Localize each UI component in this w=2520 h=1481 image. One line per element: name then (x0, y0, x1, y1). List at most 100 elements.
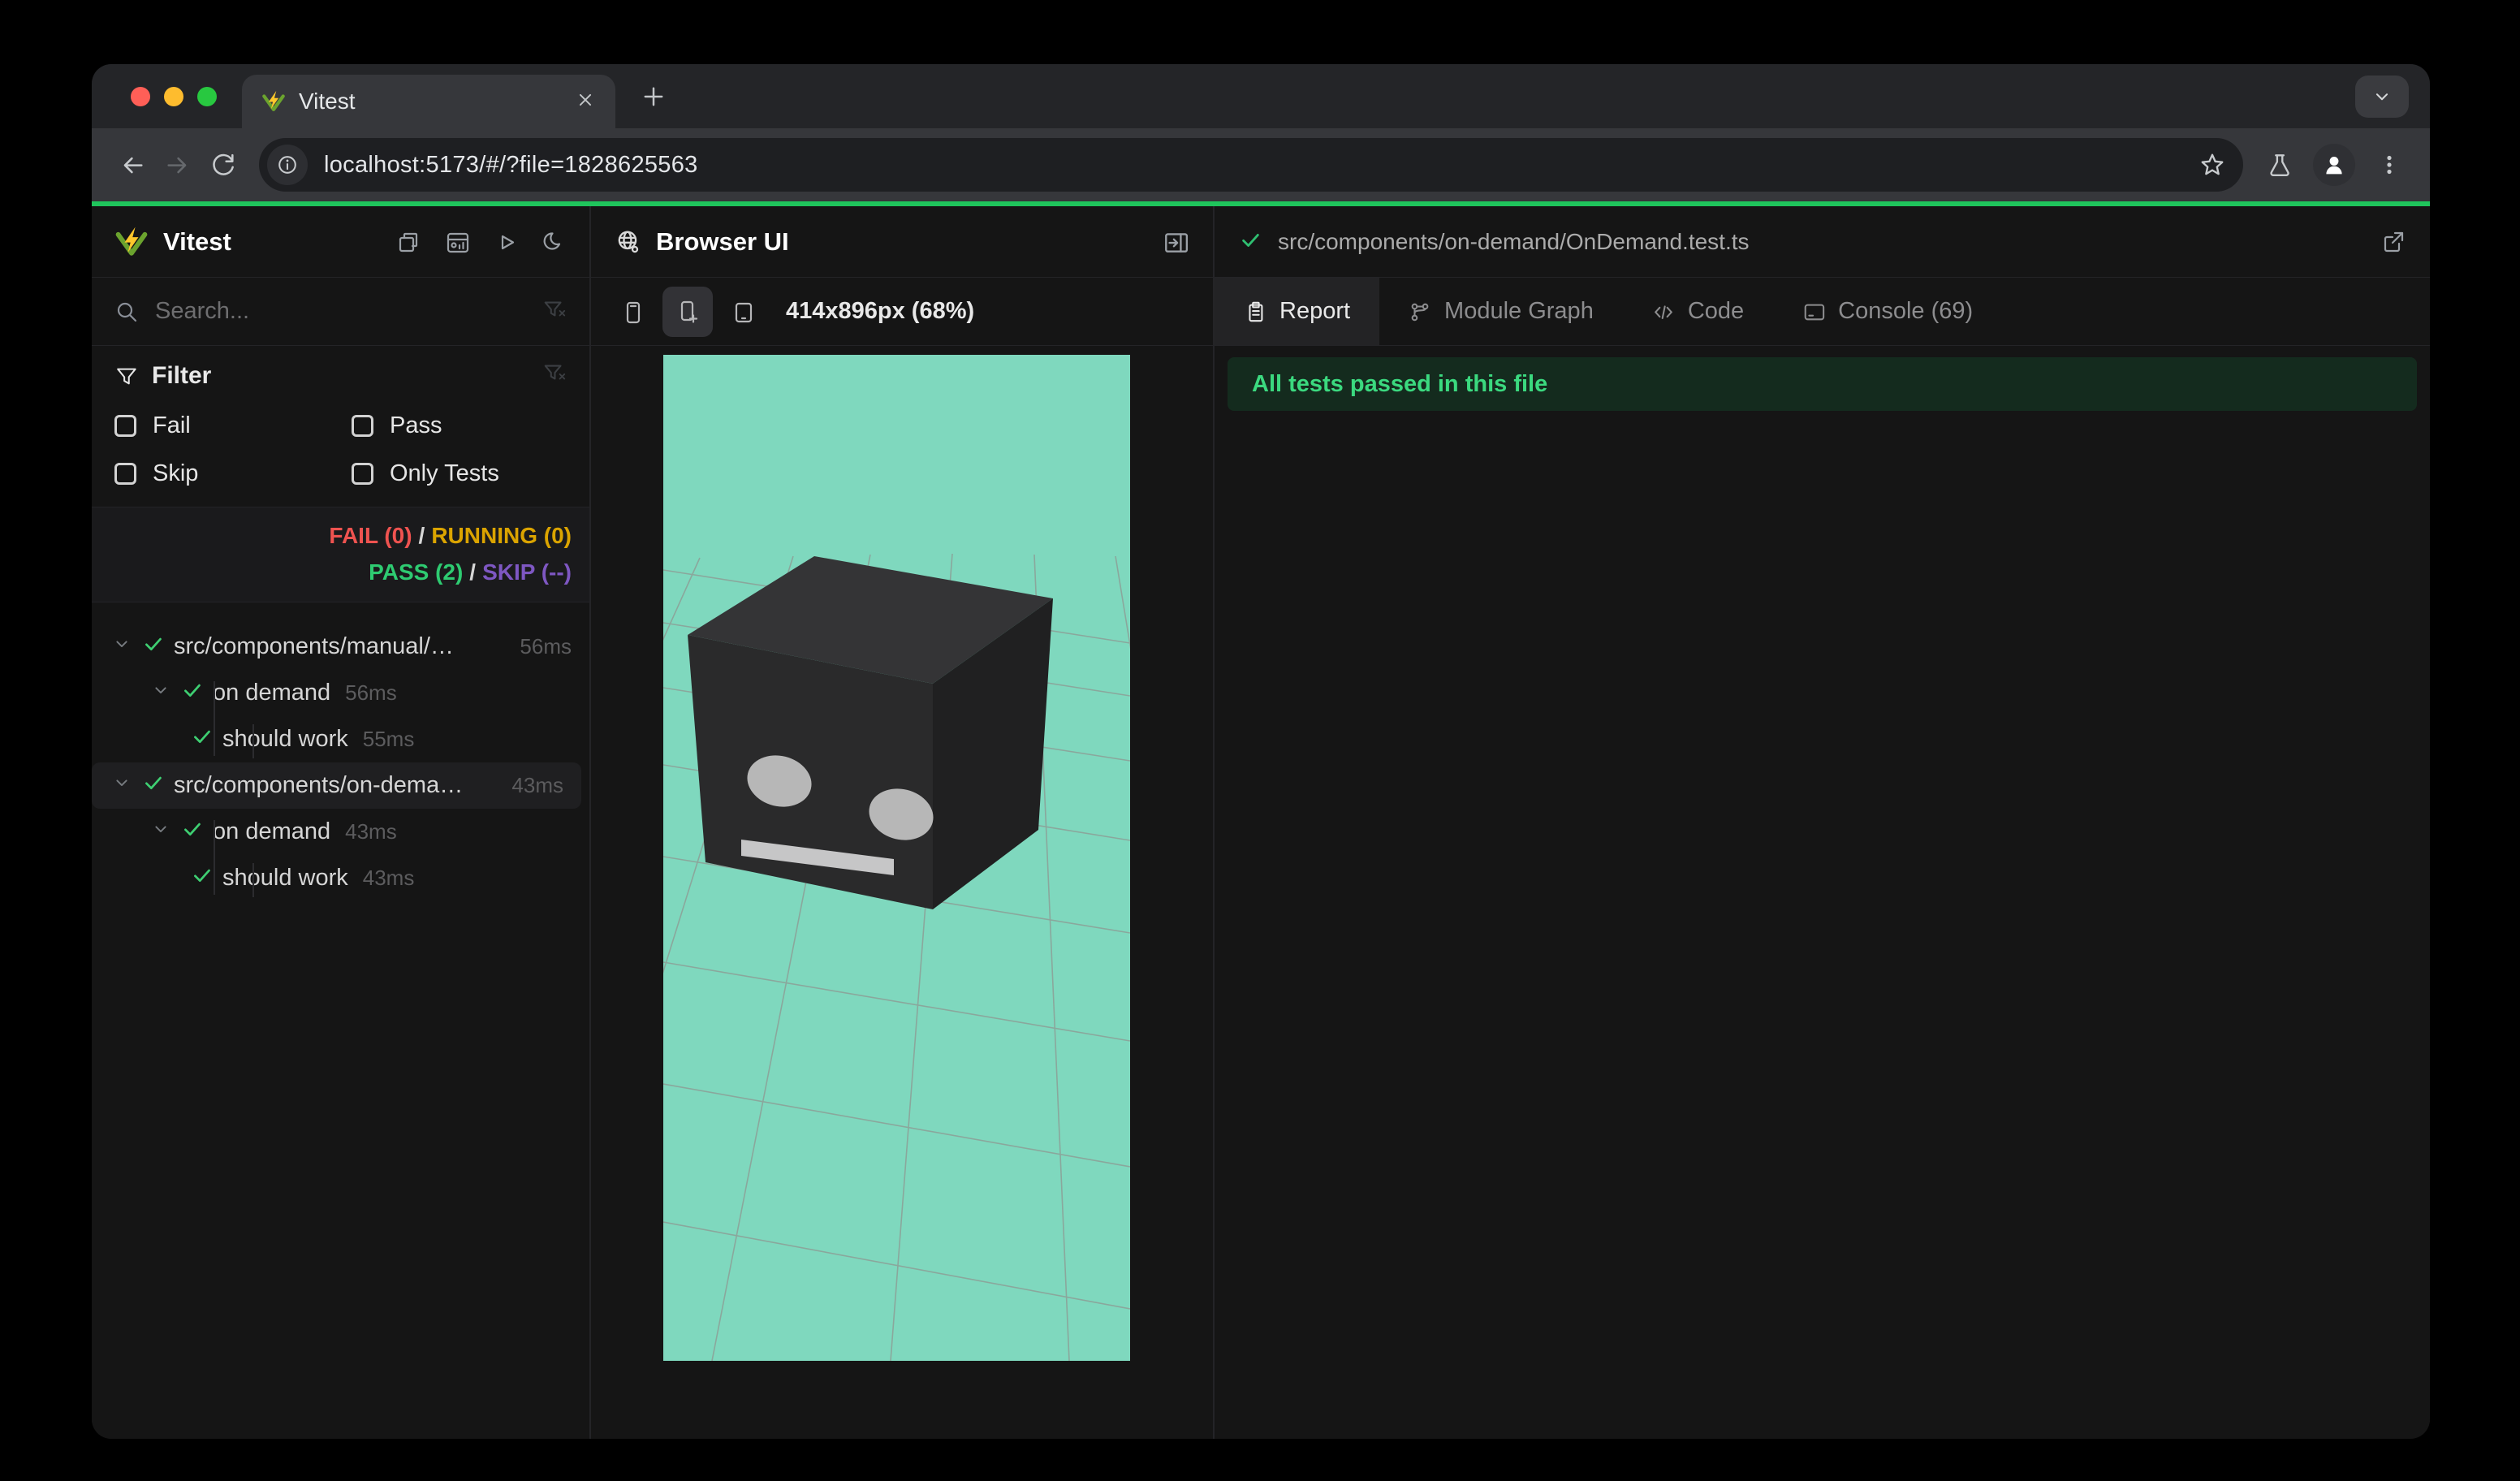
pass-check-icon (181, 818, 203, 846)
fail-count: FAIL (0) (329, 523, 412, 548)
back-button[interactable] (110, 142, 155, 188)
test-file-row[interactable]: src/components/manual/… 56ms (92, 624, 589, 670)
maximize-window-button[interactable] (197, 87, 217, 106)
search-icon (117, 302, 137, 322)
device-phone-icon[interactable] (607, 287, 658, 337)
test-summary: FAIL (0) / RUNNING (0) PASS (2) / SKIP (--) (92, 507, 589, 602)
robot-cube (688, 556, 1053, 909)
summary-line-2: PASS (2) / SKIP (--) (369, 559, 572, 585)
all-tests-passed-banner: All tests passed in this file (1228, 357, 2417, 411)
test-file-row-selected[interactable]: src/components/on-dema… 43ms (92, 762, 581, 809)
browser-preview-canvas[interactable] (663, 355, 1130, 1361)
profile-avatar[interactable] (2313, 144, 2355, 186)
sidebar-header: Vitest (92, 206, 589, 278)
pass-count: PASS (2) (369, 559, 464, 585)
checkbox[interactable] (352, 463, 373, 485)
test-case-row[interactable]: should work 55ms (92, 716, 589, 762)
pass-check-icon (191, 725, 213, 753)
tab-search-button[interactable] (2355, 76, 2409, 118)
console-icon (1804, 304, 1825, 320)
browser-tab[interactable]: Vitest (242, 75, 615, 128)
test-suite-row[interactable]: on demand 56ms (92, 670, 589, 716)
filter-checkbox-fail[interactable]: Fail (114, 412, 352, 439)
banner-text: All tests passed in this file (1252, 370, 1548, 397)
pass-check-icon (142, 633, 164, 661)
minimize-window-button[interactable] (164, 87, 183, 106)
filter-section: Filter Fail Pass Skip Only Tests (92, 346, 589, 507)
vitest-favicon-icon (262, 90, 285, 111)
tree-indent-guide (214, 681, 215, 756)
file-header: src/components/on-demand/OnDemand.test.t… (1215, 206, 2430, 278)
traffic-lights (131, 87, 217, 106)
tab-console[interactable]: Console (69) (1773, 278, 2002, 345)
browser-ui-panel: Browser UI 414x896px (68%) (591, 206, 1215, 1439)
report-tabs: Report Module Graph Code Console (69) (1215, 278, 2430, 346)
pass-check-icon (181, 679, 203, 707)
search-input[interactable] (155, 298, 526, 325)
browser-window: Vitest localhost:5173/#/?file=1828625563 (92, 64, 2430, 1439)
skip-count: SKIP (--) (482, 559, 572, 585)
browser-menu-icon[interactable] (2367, 142, 2412, 188)
collapse-panels-icon[interactable] (396, 230, 421, 254)
module-graph-icon (1411, 303, 1429, 321)
test-duration: 56ms (345, 680, 397, 705)
filter-checkbox-pass[interactable]: Pass (352, 412, 567, 439)
tab-module-graph[interactable]: Module Graph (1379, 278, 1623, 345)
url-text[interactable]: localhost:5173/#/?file=1828625563 (324, 152, 2190, 179)
device-phone-plus-icon[interactable] (662, 286, 713, 337)
run-all-tests-icon[interactable] (494, 230, 518, 254)
test-suite-row[interactable]: on demand 43ms (92, 809, 589, 855)
summary-line-1: FAIL (0) / RUNNING (0) (329, 523, 572, 548)
tree-indent-guide (214, 820, 215, 895)
close-window-button[interactable] (131, 87, 150, 106)
filter-funnel-icon (117, 368, 136, 385)
filter-checkbox-only-tests[interactable]: Only Tests (352, 460, 567, 487)
tab-close-icon[interactable] (575, 89, 596, 114)
experiments-flask-icon[interactable] (2256, 142, 2302, 188)
code-icon (1655, 304, 1672, 319)
test-duration: 56ms (520, 634, 572, 658)
url-bar[interactable]: localhost:5173/#/?file=1828625563 (259, 138, 2243, 192)
clear-search-filter-icon[interactable] (542, 297, 567, 326)
report-panel: src/components/on-demand/OnDemand.test.t… (1215, 206, 2430, 1439)
filter-title: Filter (152, 362, 212, 389)
test-tree: src/components/manual/… 56ms on demand 5… (92, 602, 589, 1439)
app-title: Vitest (163, 227, 231, 256)
browser-ui-title: Browser UI (656, 227, 789, 256)
dashboard-icon[interactable] (445, 230, 469, 254)
test-case-row[interactable]: should work 43ms (92, 855, 589, 901)
test-duration: 43ms (345, 819, 397, 844)
globe-icon (618, 231, 639, 253)
device-toolbar: 414x896px (68%) (591, 278, 1213, 346)
tree-indent-guide (252, 724, 254, 758)
forward-button[interactable] (155, 142, 201, 188)
tab-report[interactable]: Report (1215, 278, 1380, 345)
open-external-icon[interactable] (2380, 229, 2406, 255)
test-duration: 43ms (511, 773, 563, 797)
search-row (92, 278, 589, 346)
filter-checkbox-skip[interactable]: Skip (114, 460, 352, 487)
viewport-dimensions: 414x896px (68%) (786, 298, 975, 324)
chevron-down-icon[interactable] (111, 633, 132, 661)
chevron-down-icon[interactable] (111, 772, 132, 800)
vitest-ui: Vitest Search... Filter Fail Pass Skip O… (92, 206, 2430, 1439)
new-tab-button[interactable] (634, 77, 673, 116)
report-clipboard-icon (1249, 301, 1263, 322)
chevron-down-icon[interactable] (150, 818, 171, 846)
checkbox[interactable] (114, 415, 136, 437)
pass-check-icon (142, 771, 164, 800)
reload-button[interactable] (201, 142, 246, 188)
chevron-down-icon[interactable] (150, 680, 171, 707)
panel-toggle-icon[interactable] (1163, 229, 1189, 255)
file-path: src/components/on-demand/OnDemand.test.t… (1278, 228, 1750, 254)
device-tablet-icon[interactable] (718, 287, 768, 337)
checkbox[interactable] (114, 463, 136, 485)
test-duration: 43ms (362, 866, 415, 890)
sidebar: Vitest Search... Filter Fail Pass Skip O… (92, 206, 591, 1439)
site-info-icon[interactable] (267, 145, 308, 185)
tab-code[interactable]: Code (1623, 278, 1773, 345)
bookmark-star-icon[interactable] (2190, 142, 2235, 188)
checkbox[interactable] (352, 415, 373, 437)
clear-filters-icon[interactable] (542, 361, 567, 391)
dark-mode-moon-icon[interactable] (542, 230, 567, 254)
